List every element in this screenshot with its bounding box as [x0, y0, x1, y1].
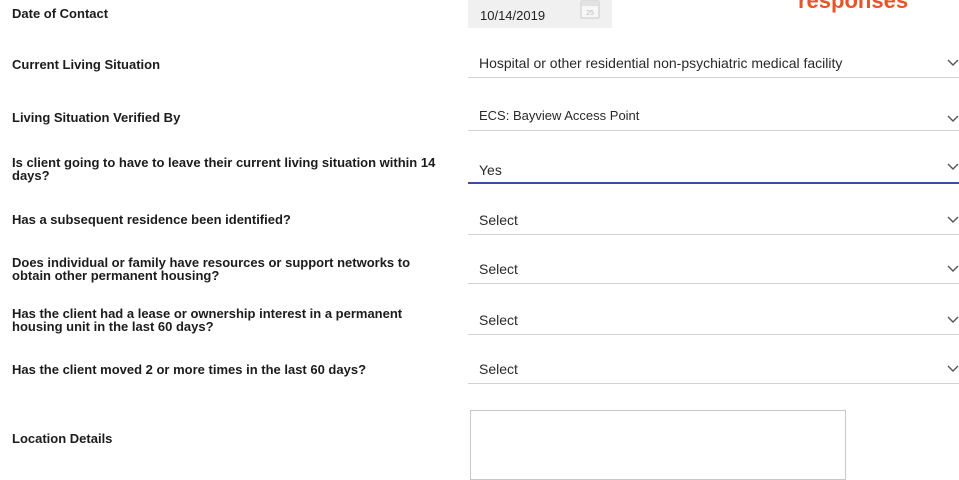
chevron-down-icon	[947, 216, 959, 223]
current-living-situation-select[interactable]: Hospital or other residential non-psychi…	[468, 51, 959, 78]
annotation-text: responses	[798, 0, 909, 13]
subsequent-residence-value: Select	[479, 212, 518, 228]
chevron-down-icon	[947, 265, 959, 272]
moved-times-value: Select	[479, 361, 518, 377]
living-situation-verified-by-label: Living Situation Verified By	[12, 110, 181, 125]
current-living-situation-value: Hospital or other residential non-psychi…	[479, 55, 843, 71]
subsequent-residence-label: Has a subsequent residence been identifi…	[12, 212, 291, 227]
date-of-contact-value: 10/14/2019	[480, 8, 546, 23]
moved-times-select[interactable]: Select	[468, 357, 959, 384]
subsequent-residence-select[interactable]: Select	[468, 208, 959, 235]
lease-ownership-value: Select	[479, 312, 518, 328]
leave-within-14-days-value: Yes	[479, 162, 502, 178]
chevron-down-icon	[947, 163, 959, 170]
chevron-down-icon	[947, 316, 959, 323]
moved-times-label: Has the client moved 2 or more times in …	[12, 362, 367, 377]
living-situation-verified-by-select[interactable]: ECS: Bayview Access Point	[468, 104, 959, 131]
living-situation-verified-by-value: ECS: Bayview Access Point	[479, 108, 640, 123]
support-networks-label: Does individual or family have resources…	[12, 255, 411, 283]
chevron-down-icon	[947, 115, 959, 122]
location-details-label: Location Details	[12, 431, 113, 446]
support-networks-select[interactable]: Select	[468, 257, 959, 284]
lease-ownership-label: Has the client had a lease or ownership …	[12, 306, 403, 334]
leave-within-14-days-label: Is client going to have to leave their c…	[12, 155, 436, 183]
support-networks-value: Select	[479, 261, 518, 277]
current-living-situation-label: Current Living Situation	[12, 57, 161, 72]
date-of-contact-label: Date of Contact	[12, 6, 109, 21]
date-of-contact-field[interactable]: 10/14/2019 25	[468, 0, 612, 28]
location-details-textarea[interactable]	[470, 410, 846, 480]
lease-ownership-select[interactable]: Select	[468, 308, 959, 335]
chevron-down-icon	[947, 365, 959, 372]
leave-within-14-days-select[interactable]: Yes	[468, 154, 959, 184]
chevron-down-icon	[947, 59, 959, 66]
calendar-icon[interactable]: 25	[580, 0, 600, 19]
calendar-icon-number: 25	[586, 10, 594, 17]
